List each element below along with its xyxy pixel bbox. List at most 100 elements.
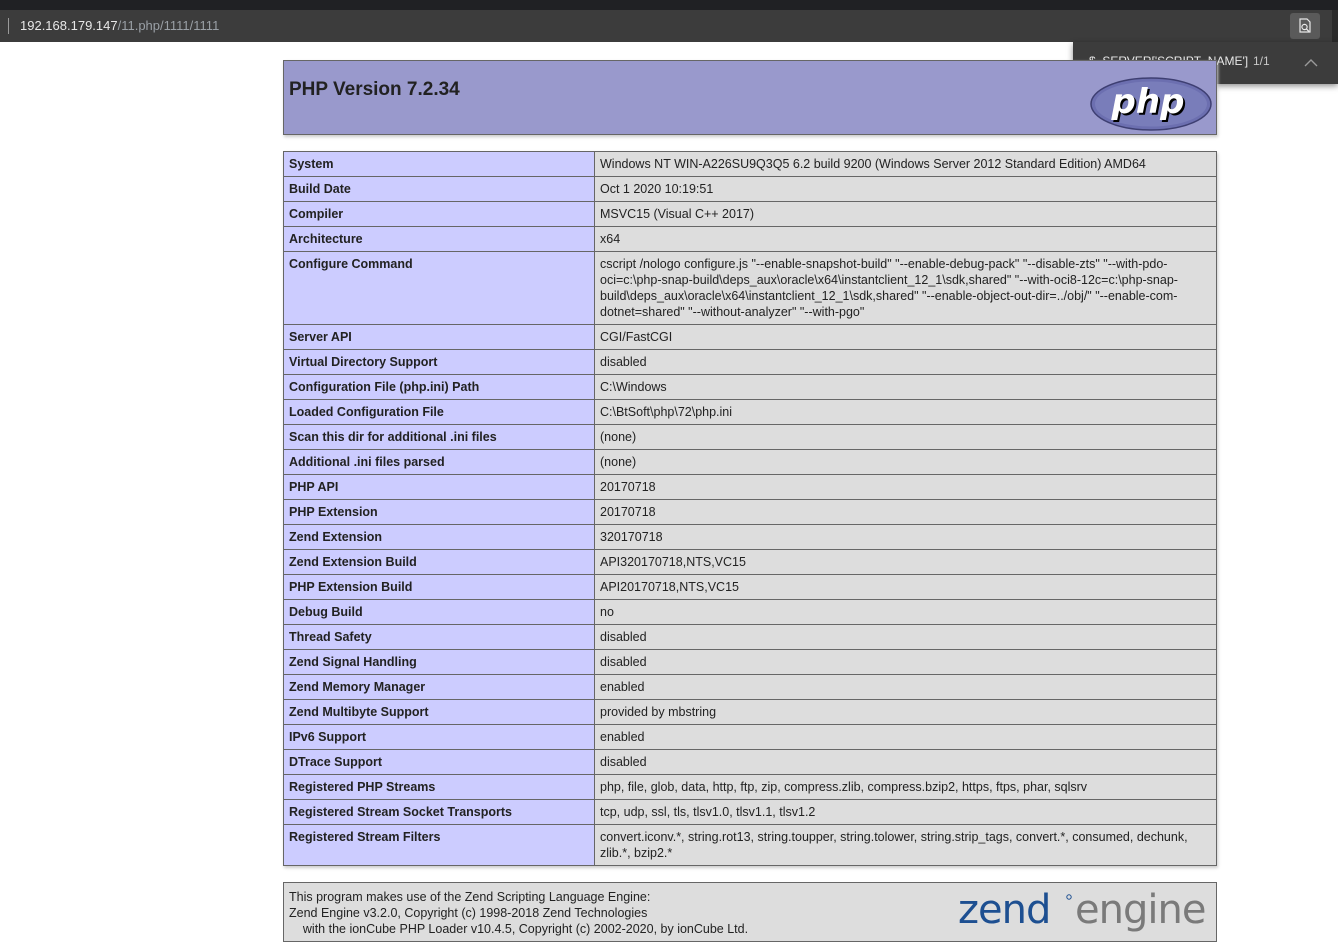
- window-edge: [1332, 10, 1338, 42]
- table-row: Zend Memory Manager enabled: [283, 674, 1217, 700]
- table-row: PHP Extension Build API20170718,NTS,VC15: [283, 574, 1217, 600]
- row-key: Scan this dir for additional .ini files: [283, 424, 595, 450]
- row-value: (none): [594, 449, 1217, 475]
- address-path: /11.php/1111/1111: [117, 18, 220, 33]
- row-key: Configuration File (php.ini) Path: [283, 374, 595, 400]
- address-url[interactable]: 192.168.179.147/11.php/1111/1111: [20, 17, 219, 35]
- row-key: Architecture: [283, 226, 595, 252]
- zend-logo-word: zend: [958, 887, 1050, 933]
- table-row: DTrace Support disabled: [283, 749, 1217, 775]
- table-row: Debug Build no: [283, 599, 1217, 625]
- row-key: Zend Signal Handling: [283, 649, 595, 675]
- table-row: Configuration File (php.ini) Path C:\Wind…: [283, 374, 1217, 400]
- row-value: C:\Windows: [594, 374, 1217, 400]
- row-key: Thread Safety: [283, 624, 595, 650]
- row-value: 320170718: [594, 524, 1217, 550]
- table-row: Configure Command cscript /nologo configu…: [283, 251, 1217, 325]
- row-value: 20170718: [594, 499, 1217, 525]
- table-row: PHP API 20170718: [283, 474, 1217, 500]
- find-count: 1/1: [1253, 54, 1270, 68]
- row-value: 20170718: [594, 474, 1217, 500]
- page-title: PHP Version 7.2.34: [289, 79, 460, 100]
- row-value: provided by mbstring: [594, 699, 1217, 725]
- row-value: cscript /nologo configure.js "--enable-s…: [594, 251, 1217, 325]
- table-row: Registered Stream Filters convert.iconv.*…: [283, 824, 1217, 866]
- table-row: Zend Multibyte Support provided by mbstri…: [283, 699, 1217, 725]
- row-key: Debug Build: [283, 599, 595, 625]
- row-key: Zend Multibyte Support: [283, 699, 595, 725]
- phpinfo-content: PHP Version 7.2.34 php php System Windows…: [283, 60, 1217, 942]
- row-key: PHP Extension: [283, 499, 595, 525]
- row-key: Zend Extension: [283, 524, 595, 550]
- table-row: Zend Extension 320170718: [283, 524, 1217, 550]
- row-value: Oct 1 2020 10:19:51: [594, 176, 1217, 202]
- table-row: Scan this dir for additional .ini files(…: [283, 424, 1217, 450]
- row-key: Server API: [283, 324, 595, 350]
- row-key: Additional .ini files parsed: [283, 449, 595, 475]
- row-value: C:\BtSoft\php\72\php.ini: [594, 399, 1217, 425]
- zend-engine-box: This program makes use of the Zend Scrip…: [283, 882, 1217, 942]
- browser-tab-strip: [0, 0, 1338, 10]
- address-cursor: [8, 18, 9, 34]
- row-value: php, file, glob, data, http, ftp, zip, c…: [594, 774, 1217, 800]
- table-row: Virtual Directory Support disabled: [283, 349, 1217, 375]
- row-value: x64: [594, 226, 1217, 252]
- phpinfo-table-body: System Windows NT WIN-A226SU9Q3Q5 6.2 bui…: [283, 151, 1217, 866]
- table-row: Compiler MSVC15 (Visual C++ 2017): [283, 201, 1217, 227]
- table-row: Additional .ini files parsed (none): [283, 449, 1217, 475]
- row-value: CGI/FastCGI: [594, 324, 1217, 350]
- row-value: enabled: [594, 674, 1217, 700]
- engine-logo-word: engine: [1075, 887, 1205, 933]
- table-row: Thread Safety disabled: [283, 624, 1217, 650]
- row-value: Windows NT WIN-A226SU9Q3Q5 6.2 build 920…: [594, 151, 1217, 177]
- table-row: Loaded Configuration File C:\BtSoft\php\7…: [283, 399, 1217, 425]
- row-value: tcp, udp, ssl, tls, tlsv1.0, tlsv1.1, tl…: [594, 799, 1217, 825]
- row-key: Loaded Configuration File: [283, 399, 595, 425]
- zend-engine-logo-icon[interactable]: zend engine: [958, 885, 1210, 937]
- row-key: Virtual Directory Support: [283, 349, 595, 375]
- php-version-header: PHP Version 7.2.34 php php: [283, 60, 1217, 135]
- row-value: (none): [594, 424, 1217, 450]
- row-value: API320170718,NTS,VC15: [594, 549, 1217, 575]
- table-row: Build Date Oct 1 2020 10:19:51: [283, 176, 1217, 202]
- table-row: Architecture x64: [283, 226, 1217, 252]
- row-key: Zend Memory Manager: [283, 674, 595, 700]
- row-value: disabled: [594, 349, 1217, 375]
- table-row: Registered PHP Streams php, file, glob, d…: [283, 774, 1217, 800]
- table-row: Zend Extension Build API320170718,NTS,VC1…: [283, 549, 1217, 575]
- row-value: API20170718,NTS,VC15: [594, 574, 1217, 600]
- row-key: Compiler: [283, 201, 595, 227]
- row-key: System: [283, 151, 595, 177]
- zoom-page-button[interactable]: [1290, 13, 1320, 39]
- row-key: Build Date: [283, 176, 595, 202]
- row-value: MSVC15 (Visual C++ 2017): [594, 201, 1217, 227]
- php-logo-text-front: php: [1111, 82, 1185, 122]
- row-key: Registered Stream Socket Transports: [283, 799, 595, 825]
- table-row: PHP Extension 20170718: [283, 499, 1217, 525]
- row-key: Configure Command: [283, 251, 595, 325]
- table-row: Zend Signal Handling disabled: [283, 649, 1217, 675]
- row-value: disabled: [594, 749, 1217, 775]
- table-row: System Windows NT WIN-A226SU9Q3Q5 6.2 bui…: [283, 151, 1217, 177]
- row-key: DTrace Support: [283, 749, 595, 775]
- row-key: PHP Extension Build: [283, 574, 595, 600]
- table-row: Registered Stream Socket Transports tcp, …: [283, 799, 1217, 825]
- table-row: Server API CGI/FastCGI: [283, 324, 1217, 350]
- zoom-page-icon: [1299, 18, 1311, 33]
- row-key: IPv6 Support: [283, 724, 595, 750]
- row-value: enabled: [594, 724, 1217, 750]
- row-key: Registered Stream Filters: [283, 824, 595, 866]
- phpinfo-table: System Windows NT WIN-A226SU9Q3Q5 6.2 bui…: [283, 151, 1217, 866]
- row-value: disabled: [594, 624, 1217, 650]
- row-value: disabled: [594, 649, 1217, 675]
- row-key: Registered PHP Streams: [283, 774, 595, 800]
- table-row: IPv6 Support enabled: [283, 724, 1217, 750]
- address-bar[interactable]: 192.168.179.147/11.php/1111/1111: [0, 10, 1338, 42]
- row-key: Zend Extension Build: [283, 549, 595, 575]
- chevron-up-icon[interactable]: [1301, 53, 1321, 73]
- row-key: PHP API: [283, 474, 595, 500]
- row-value: no: [594, 599, 1217, 625]
- address-host: 192.168.179.147: [20, 18, 118, 33]
- php-logo-icon[interactable]: php php: [1090, 77, 1212, 131]
- row-value: convert.iconv.*, string.rot13, string.to…: [594, 824, 1217, 866]
